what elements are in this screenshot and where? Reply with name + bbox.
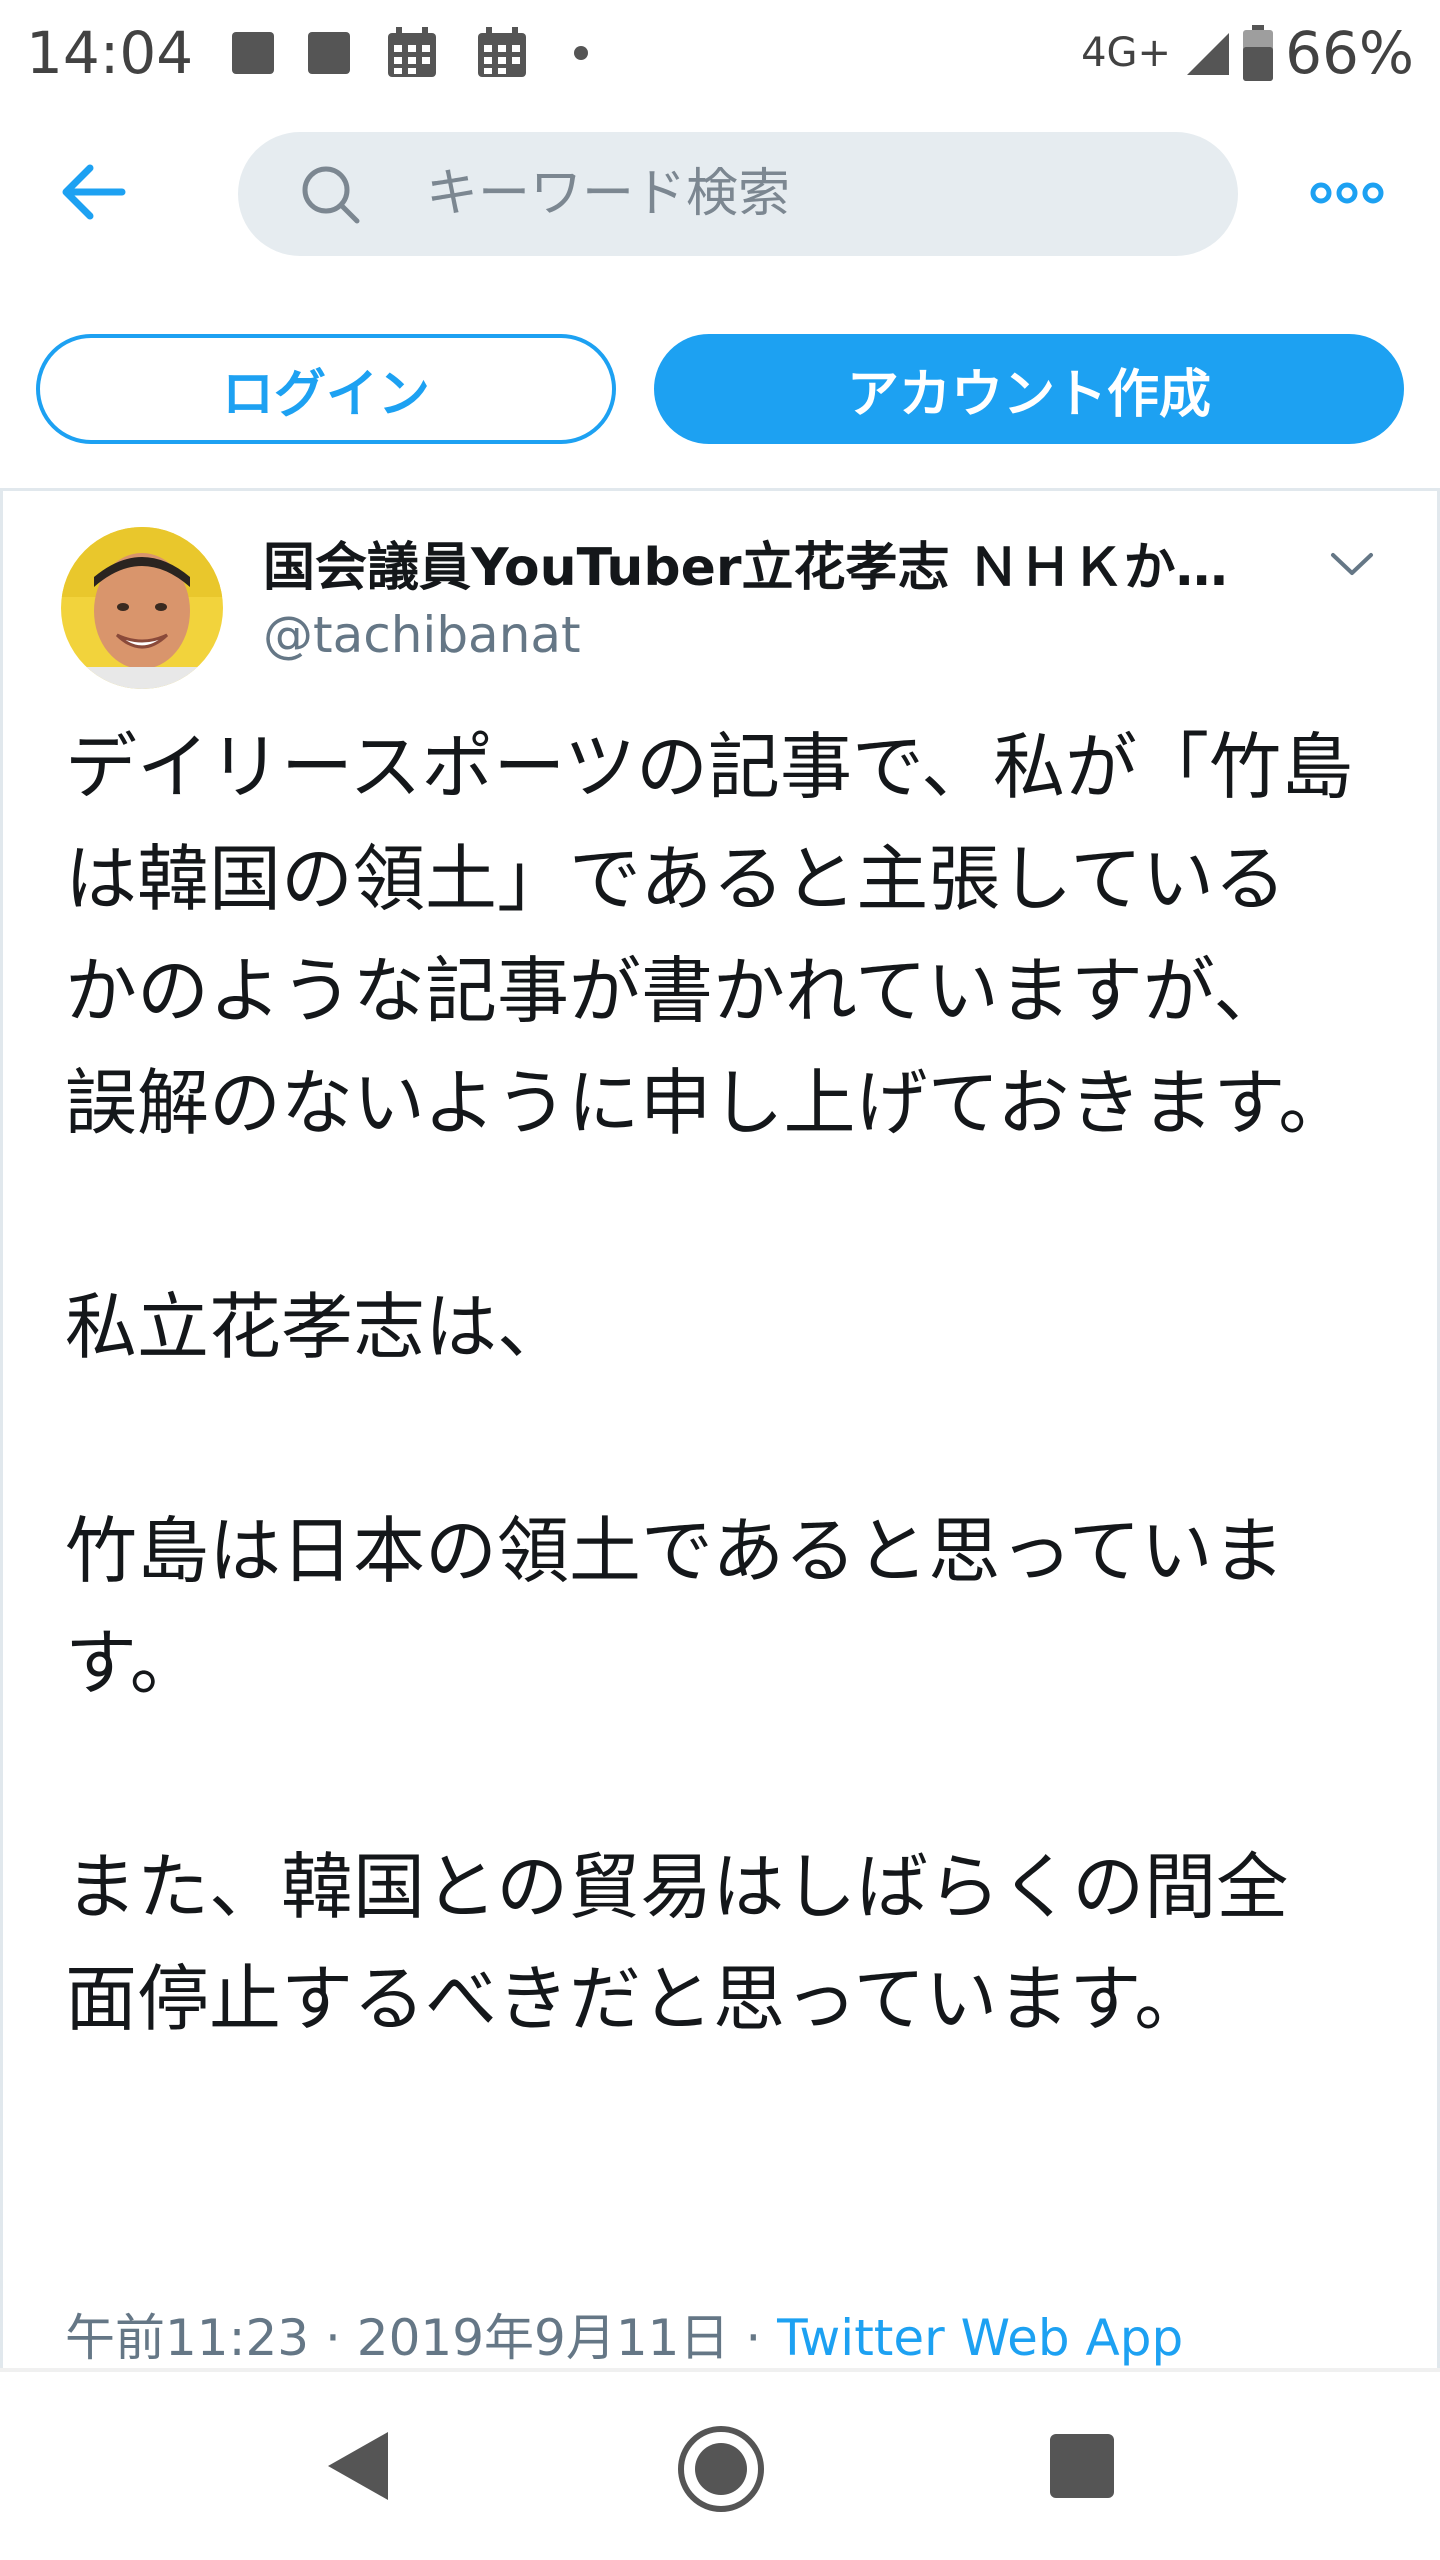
network-label: 4G+ — [1081, 30, 1172, 76]
more-dots-icon[interactable] — [1310, 176, 1384, 210]
display-name[interactable]: 国会議員YouTuber立花孝志 ＮＨＫか… — [263, 533, 1263, 603]
calendar-icon — [388, 27, 436, 77]
notification-square-icon — [308, 32, 350, 74]
chevron-down-icon[interactable] — [1329, 549, 1375, 579]
tweet-paragraph: デイリースポーツの記事で、私が「竹島は韓国の領土」であると主張しているかのような… — [65, 725, 1354, 1145]
battery-icon — [1243, 25, 1274, 81]
status-right: 4G+ 66% — [1081, 18, 1414, 88]
tweet-paragraph: また、韓国との貿易はしばらくの間全面停止するべきだと思っています。 — [65, 1845, 1289, 2041]
circle-home-icon[interactable] — [676, 2424, 766, 2514]
username[interactable]: @tachibanat — [263, 603, 581, 667]
tweet-timestamp[interactable]: 午前11:23 · 2019年9月11日 · — [65, 2309, 777, 2367]
avatar[interactable] — [61, 527, 223, 689]
triangle-back-icon[interactable] — [322, 2428, 392, 2504]
status-bar: 14:04 4G+ 66% — [0, 0, 1440, 110]
tweet-text: デイリースポーツの記事で、私が「竹島は韓国の領土」であると主張しているかのような… — [65, 711, 1355, 2055]
tweet-paragraph: 私立花孝志は、 — [65, 1285, 570, 1369]
search-icon — [302, 166, 360, 224]
notification-square-icon — [232, 32, 274, 74]
notification-icons — [232, 22, 588, 84]
status-time: 14:04 — [26, 19, 194, 87]
calendar-icon — [478, 27, 526, 77]
navigation-bar — [0, 2368, 1440, 2560]
tweet-meta: 午前11:23 · 2019年9月11日 · Twitter Web App — [65, 2303, 1183, 2373]
profile-photo — [61, 527, 223, 689]
square-recents-icon[interactable] — [1050, 2434, 1114, 2498]
twitter-mobile-page: 14:04 4G+ 66% キーワード検索 ログイン アカウント作成 国会議員Y… — [0, 0, 1440, 2560]
login-button[interactable]: ログイン — [36, 334, 616, 444]
arrow-left-icon[interactable] — [58, 162, 128, 222]
battery-percent: 66% — [1285, 19, 1414, 87]
create-account-button[interactable]: アカウント作成 — [654, 334, 1404, 444]
tweet-paragraph: 竹島は日本の領土であると思っています。 — [65, 1509, 1285, 1705]
search-input[interactable]: キーワード検索 — [238, 132, 1238, 256]
tweet-source-link[interactable]: Twitter Web App — [777, 2309, 1183, 2367]
signal-icon — [1187, 33, 1230, 75]
tweet-card[interactable]: 国会議員YouTuber立花孝志 ＮＨＫか… @tachibanat デイリース… — [0, 488, 1440, 2368]
notification-dot-icon — [574, 46, 588, 60]
search-placeholder: キーワード検索 — [426, 164, 791, 224]
